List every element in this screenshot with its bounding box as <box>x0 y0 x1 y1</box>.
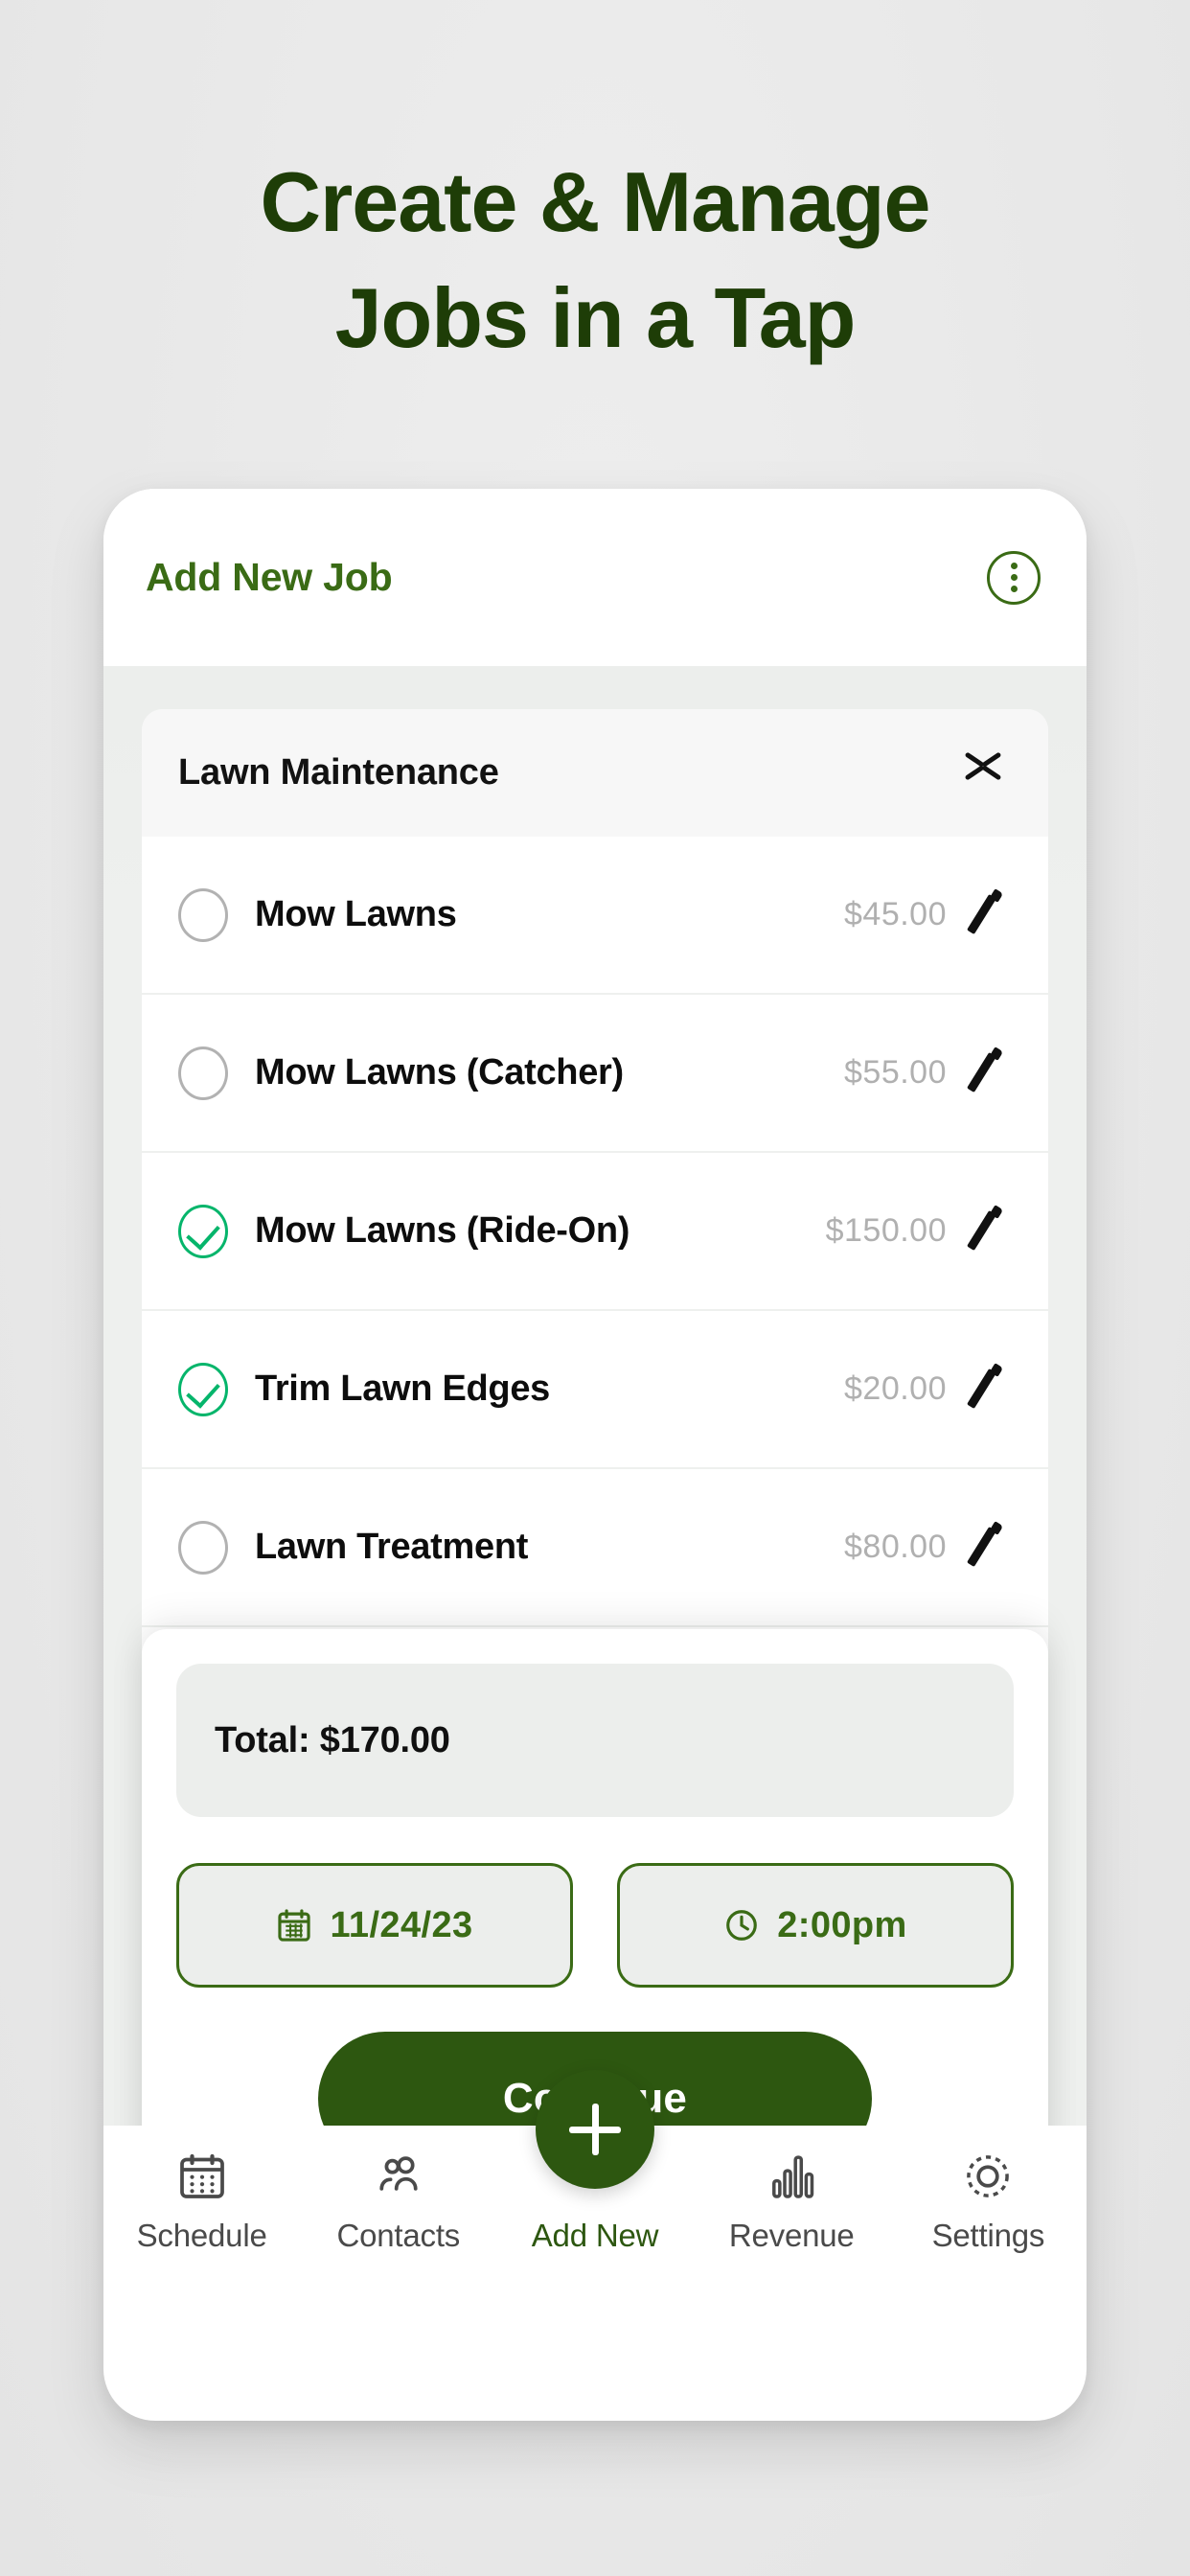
edit-pencil-icon[interactable] <box>962 1522 1008 1574</box>
clock-icon <box>726 1910 758 1941</box>
service-group-header[interactable]: Lawn Maintenance <box>142 709 1048 837</box>
service-price: $45.00 <box>844 896 947 932</box>
service-checkbox[interactable] <box>178 1520 228 1575</box>
edit-pencil-icon[interactable] <box>962 889 1008 941</box>
phone-mockup: Add New Job Lawn Maintenance Mow Lawns $… <box>103 489 1087 2421</box>
total-amount: Total: $170.00 <box>215 1719 450 1760</box>
kebab-dot <box>1010 563 1018 569</box>
kebab-dot <box>1010 586 1018 592</box>
nav-item-settings[interactable]: Settings <box>890 2147 1087 2254</box>
total-box: Total: $170.00 <box>176 1664 1014 1817</box>
calendar-icon <box>175 2147 229 2206</box>
service-checkbox[interactable] <box>178 1204 228 1258</box>
list-item[interactable]: Mow Lawns $45.00 <box>142 837 1048 995</box>
service-row-right: $150.00 <box>826 1206 1008 1257</box>
service-row-right: $45.00 <box>844 889 1008 941</box>
app-header: Add New Job <box>103 489 1087 666</box>
page-title: Create & Manage Jobs in a Tap <box>0 144 1190 377</box>
headline-line-1: Create & Manage <box>260 154 930 249</box>
app-title: Add New Job <box>146 555 393 599</box>
service-name: Trim Lawn Edges <box>255 1368 551 1409</box>
service-price: $80.00 <box>844 1529 947 1565</box>
nav-label: Settings <box>931 2218 1045 2253</box>
service-name: Mow Lawns (Ride-On) <box>255 1210 630 1251</box>
bar-chart-icon <box>765 2147 818 2206</box>
service-row-right: $80.00 <box>844 1522 1008 1574</box>
service-checkbox[interactable] <box>178 1046 228 1100</box>
kebab-menu-icon[interactable] <box>987 550 1041 605</box>
schedule-pill-row: 11/24/23 2:00pm <box>176 1863 1014 1988</box>
service-price: $55.00 <box>844 1054 947 1091</box>
collapse-icon[interactable] <box>962 749 1004 797</box>
service-price: $150.00 <box>825 1212 947 1249</box>
add-new-fab-button[interactable] <box>536 2070 654 2189</box>
service-group-card: Lawn Maintenance Mow Lawns $45.00 Mow La… <box>142 709 1048 1785</box>
service-name: Mow Lawns <box>255 894 457 934</box>
service-group-title: Lawn Maintenance <box>178 752 499 793</box>
service-row-right: $55.00 <box>844 1047 1008 1099</box>
date-picker-button[interactable]: 11/24/23 <box>176 1863 573 1988</box>
kebab-dot <box>1010 574 1018 581</box>
edit-pencil-icon[interactable] <box>962 1206 1008 1257</box>
service-row-right: $20.00 <box>844 1364 1008 1415</box>
list-item[interactable]: Trim Lawn Edges $20.00 <box>142 1311 1048 1469</box>
service-checkbox[interactable] <box>178 887 228 942</box>
edit-pencil-icon[interactable] <box>962 1364 1008 1415</box>
nav-item-revenue[interactable]: Revenue <box>694 2147 890 2254</box>
nav-item-schedule[interactable]: Schedule <box>103 2147 300 2254</box>
gear-icon <box>961 2147 1015 2206</box>
service-name: Mow Lawns (Catcher) <box>255 1052 624 1092</box>
calendar-icon <box>278 1909 311 1942</box>
date-value: 11/24/23 <box>330 1904 473 1945</box>
nav-label: Revenue <box>728 2218 855 2253</box>
list-item[interactable]: Mow Lawns (Ride-On) $150.00 <box>142 1153 1048 1311</box>
edit-pencil-icon[interactable] <box>962 1047 1008 1099</box>
service-name: Lawn Treatment <box>255 1527 529 1567</box>
nav-label: Contacts <box>336 2218 461 2253</box>
service-checkbox[interactable] <box>178 1362 228 1416</box>
list-item[interactable]: Lawn Treatment $80.00 <box>142 1469 1048 1627</box>
time-picker-button[interactable]: 2:00pm <box>617 1863 1014 1988</box>
nav-label: Schedule <box>136 2218 267 2253</box>
headline-line-2: Jobs in a Tap <box>334 270 857 366</box>
nav-label: Add New <box>531 2218 659 2253</box>
service-price: $20.00 <box>844 1370 947 1407</box>
time-value: 2:00pm <box>777 1904 907 1945</box>
list-item[interactable]: Mow Lawns (Catcher) $55.00 <box>142 995 1048 1153</box>
nav-item-contacts[interactable]: Contacts <box>300 2147 496 2254</box>
chevron-down-icon <box>966 776 1000 794</box>
people-icon <box>372 2147 425 2206</box>
